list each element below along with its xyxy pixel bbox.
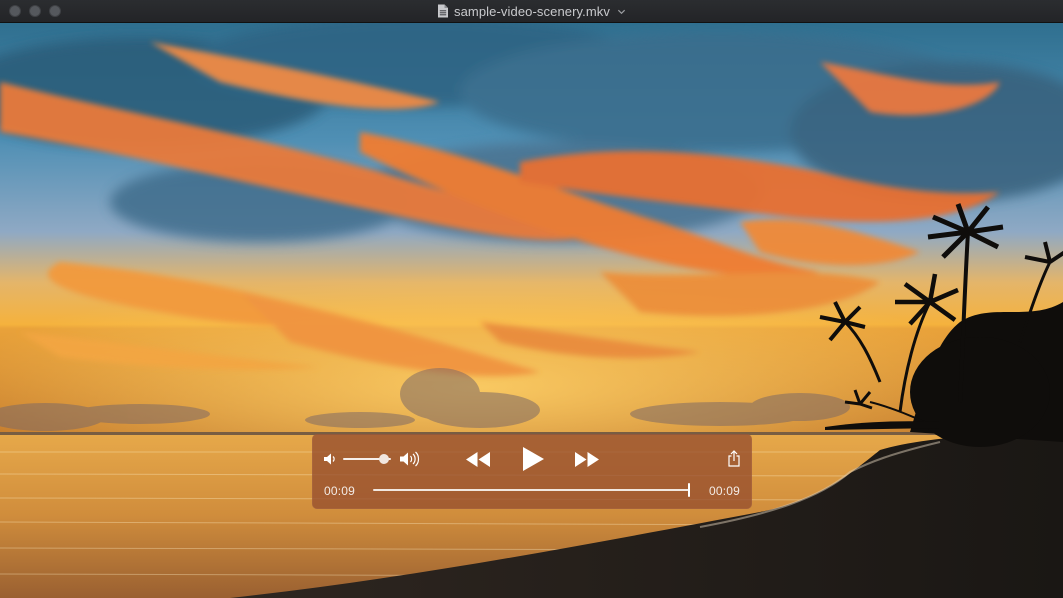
play-button[interactable]: [521, 446, 545, 472]
video-scene-image: [0, 22, 1063, 598]
document-icon: [437, 4, 448, 18]
scrubber-track[interactable]: [373, 489, 689, 491]
window-title-group: sample-video-scenery.mkv: [0, 0, 1063, 22]
volume-low-icon[interactable]: [323, 452, 337, 466]
remaining-time: 00:09: [708, 484, 740, 498]
playback-controls-hud[interactable]: 00:09 00:09: [312, 434, 752, 509]
fast-forward-button[interactable]: [574, 451, 600, 468]
elapsed-time: 00:09: [324, 484, 356, 498]
title-bar[interactable]: sample-video-scenery.mkv: [0, 0, 1063, 23]
volume-slider-knob[interactable]: [378, 454, 389, 464]
chevron-down-icon[interactable]: [617, 7, 626, 16]
video-player-window: sample-video-scenery.mkv 00:09 00:09: [0, 0, 1063, 598]
share-icon[interactable]: [727, 450, 741, 467]
volume-high-icon[interactable]: [399, 451, 421, 467]
rewind-button[interactable]: [465, 451, 491, 468]
scrubber-playhead[interactable]: [688, 483, 690, 497]
window-title: sample-video-scenery.mkv: [453, 3, 611, 19]
video-frame[interactable]: 00:09 00:09: [0, 22, 1063, 598]
